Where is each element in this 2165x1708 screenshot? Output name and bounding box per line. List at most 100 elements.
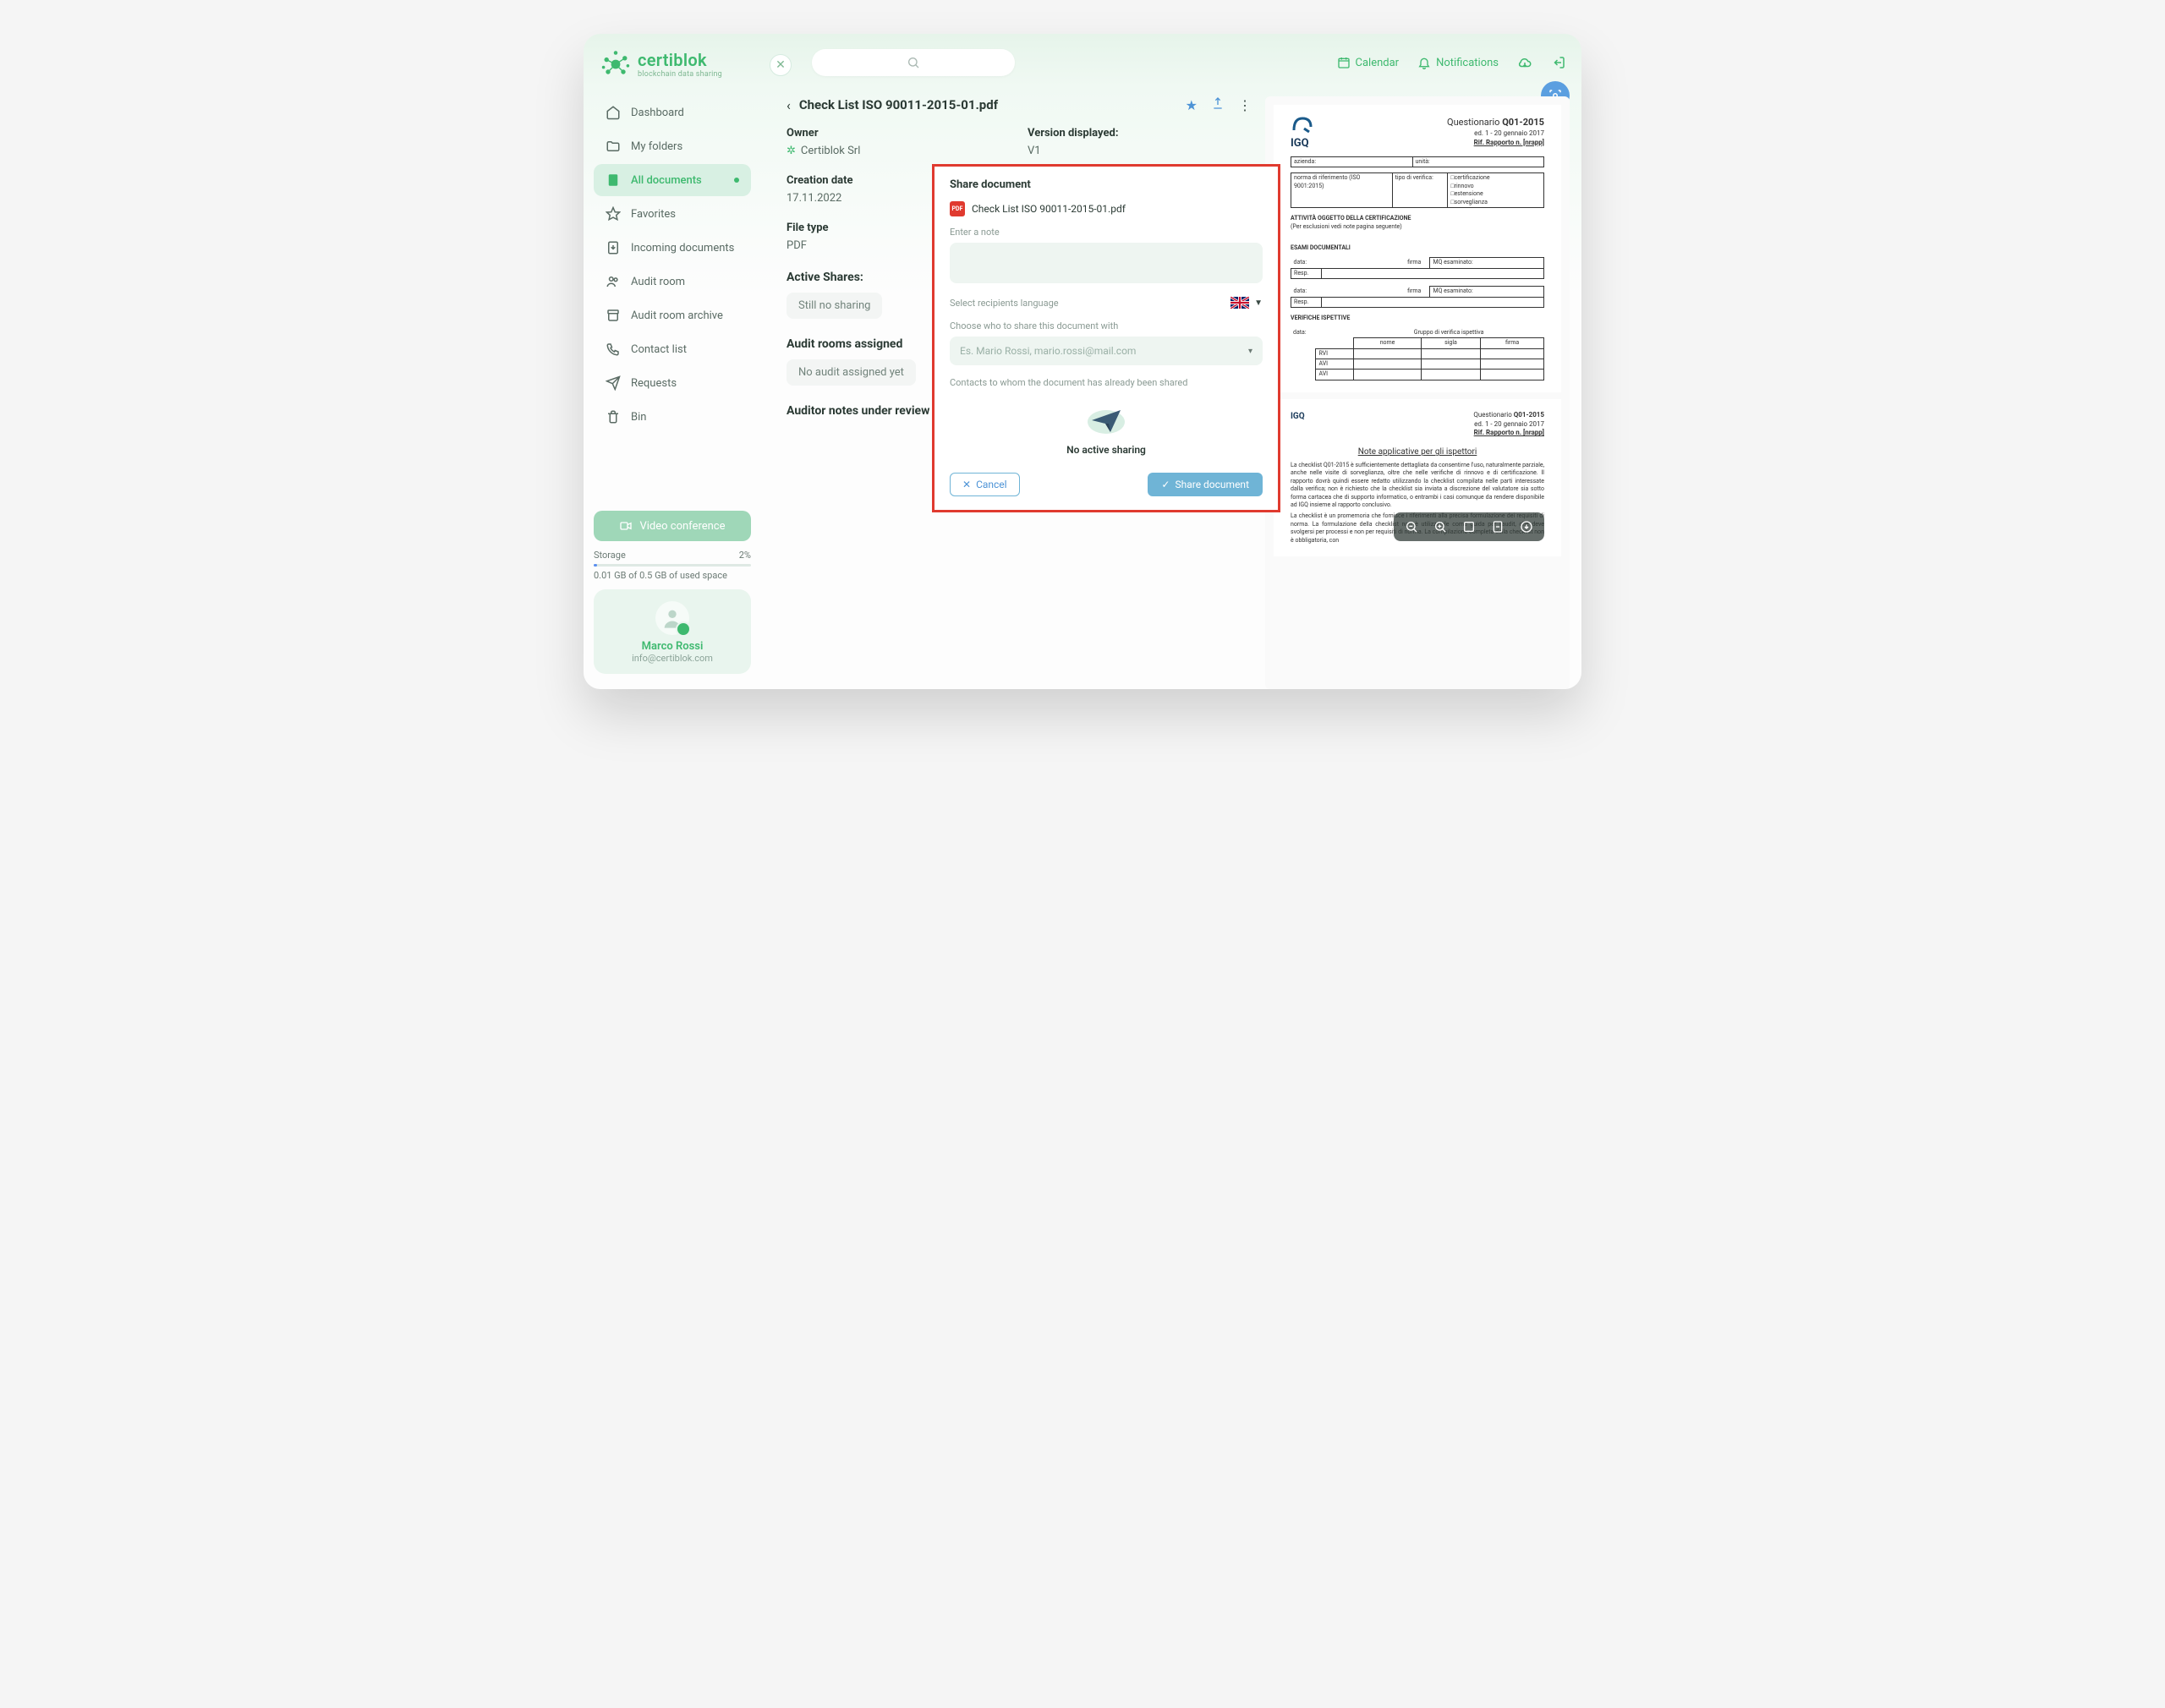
sidebar-item-label: Contact list	[631, 343, 687, 356]
notifications-label: Notifications	[1436, 57, 1499, 69]
zoom-out-button[interactable]	[1402, 517, 1421, 536]
shares-value: Still no sharing	[787, 293, 882, 319]
users-icon	[606, 274, 621, 289]
download-button[interactable]	[1517, 517, 1536, 536]
sidebar-item-label: Requests	[631, 377, 677, 390]
language-selector[interactable]: ▼	[1230, 297, 1263, 309]
zoom-in-button[interactable]	[1431, 517, 1450, 536]
chevron-down-icon: ▾	[1248, 347, 1252, 356]
document-icon	[606, 172, 621, 188]
fit-button[interactable]	[1460, 517, 1478, 536]
user-email: info@certiblok.com	[602, 653, 743, 664]
paper-plane-icon	[1082, 402, 1131, 439]
storage-percent: 2%	[739, 550, 751, 561]
already-shared-label: Contacts to whom the document has alread…	[950, 377, 1263, 388]
sidebar-item-favorites[interactable]: Favorites	[594, 198, 751, 230]
bell-icon	[1417, 56, 1431, 69]
share-document-button[interactable]: ✓Share document	[1148, 473, 1263, 496]
download-icon	[606, 240, 621, 255]
share-button[interactable]	[1211, 96, 1225, 113]
search-icon	[907, 56, 920, 69]
owner-value: ✲Certiblok Srl	[787, 145, 1011, 157]
sidebar-nav: Dashboard My folders All documents Favor…	[594, 96, 751, 433]
sidebar-item-incoming[interactable]: Incoming documents	[594, 232, 751, 264]
favorite-button[interactable]: ★	[1186, 97, 1198, 113]
video-conference-button[interactable]: Video conference	[594, 511, 751, 541]
version-label: Version displayed:	[1028, 127, 1252, 140]
user-card: Marco Rossi info@certiblok.com	[594, 589, 751, 674]
sidebar: certiblok blockchain data sharing Dashbo…	[584, 34, 761, 689]
sidebar-item-bin[interactable]: Bin	[594, 401, 751, 433]
video-label: Video conference	[639, 520, 725, 533]
owner-label: Owner	[787, 127, 1011, 140]
sidebar-item-label: Audit room	[631, 276, 685, 288]
note-label: Enter a note	[950, 227, 1263, 238]
brand-tagline: blockchain data sharing	[638, 70, 722, 79]
sidebar-item-label: My folders	[631, 140, 682, 153]
rooms-value: No audit assigned yet	[787, 359, 916, 386]
sidebar-item-label: Bin	[631, 411, 646, 424]
calendar-button[interactable]: Calendar	[1337, 56, 1400, 69]
upload-icon	[1211, 96, 1225, 110]
star-icon	[606, 206, 621, 222]
pdf-icon: PDF	[950, 201, 965, 216]
sidebar-item-label: All documents	[631, 174, 702, 187]
storage-detail: 0.01 GB of 0.5 GB of used space	[594, 570, 727, 581]
preview-page-1: IGQ Questionario Q01-2015 ed. 1 - 20 gen…	[1274, 105, 1561, 392]
recipient-input[interactable]: Es. Mario Rossi, mario.rossi@mail.com ▾	[950, 337, 1263, 365]
preview-page-2: IGQ Questionario Q01-2015 ed. 1 - 20 gen…	[1274, 399, 1561, 556]
cloud-icon	[1517, 55, 1532, 70]
calendar-icon	[1337, 56, 1351, 69]
topbar: Calendar Notifications	[787, 49, 1581, 76]
no-active-sharing: No active sharing	[950, 393, 1263, 466]
more-button[interactable]: ⋮	[1238, 97, 1252, 113]
modal-file: PDF Check List ISO 90011-2015-01.pdf	[950, 201, 1263, 216]
sidebar-item-folders[interactable]: My folders	[594, 130, 751, 162]
sidebar-item-label: Audit room archive	[631, 309, 723, 322]
check-icon: ✓	[1161, 479, 1170, 490]
cloud-button[interactable]	[1517, 55, 1532, 70]
brand-name: certiblok	[638, 50, 722, 70]
calendar-label: Calendar	[1356, 57, 1400, 69]
sidebar-item-label: Favorites	[631, 208, 676, 221]
send-icon	[606, 375, 621, 391]
folder-icon	[606, 139, 621, 154]
user-name: Marco Rossi	[602, 640, 743, 653]
uk-flag-icon	[1230, 297, 1249, 309]
preview-brand: IGQ	[1291, 136, 1313, 151]
note-textarea[interactable]	[950, 243, 1263, 283]
close-icon: ✕	[962, 479, 971, 490]
logo: certiblok blockchain data sharing	[594, 49, 751, 91]
preview-toolbar	[1394, 512, 1544, 541]
document-title: Check List ISO 90011-2015-01.pdf	[799, 97, 1177, 112]
storage-label: Storage	[594, 550, 626, 561]
cancel-button[interactable]: ✕Cancel	[950, 473, 1020, 496]
video-icon	[619, 519, 633, 533]
modal-title: Share document	[950, 178, 1263, 191]
sidebar-item-all-documents[interactable]: All documents	[594, 164, 751, 196]
sidebar-item-contacts[interactable]: Contact list	[594, 333, 751, 365]
rotate-button[interactable]	[1488, 517, 1507, 536]
sidebar-item-audit-archive[interactable]: Audit room archive	[594, 299, 751, 331]
phone-icon	[606, 342, 621, 357]
sidebar-item-label: Incoming documents	[631, 242, 734, 255]
logout-button[interactable]	[1551, 55, 1566, 70]
notifications-button[interactable]: Notifications	[1417, 56, 1499, 69]
logo-icon	[600, 49, 631, 79]
logout-icon	[1551, 55, 1566, 70]
sidebar-item-dashboard[interactable]: Dashboard	[594, 96, 751, 129]
share-modal: Share document PDF Check List ISO 90011-…	[932, 164, 1280, 512]
archive-icon	[606, 308, 621, 323]
choose-label: Choose who to share this document with	[950, 320, 1263, 331]
sidebar-item-audit-room[interactable]: Audit room	[594, 266, 751, 298]
storage-bar	[594, 564, 751, 567]
language-label: Select recipients language	[950, 298, 1059, 309]
version-value: V1	[1028, 145, 1252, 157]
sidebar-item-label: Dashboard	[631, 107, 684, 119]
sidebar-item-requests[interactable]: Requests	[594, 367, 751, 399]
back-button[interactable]: ‹	[787, 97, 791, 113]
app-window: ✕ certiblok blockchain data sharing Dash…	[584, 34, 1581, 689]
document-preview: IGQ Questionario Q01-2015 ed. 1 - 20 gen…	[1265, 96, 1570, 689]
trash-icon	[606, 409, 621, 424]
search-input[interactable]	[812, 49, 1015, 76]
